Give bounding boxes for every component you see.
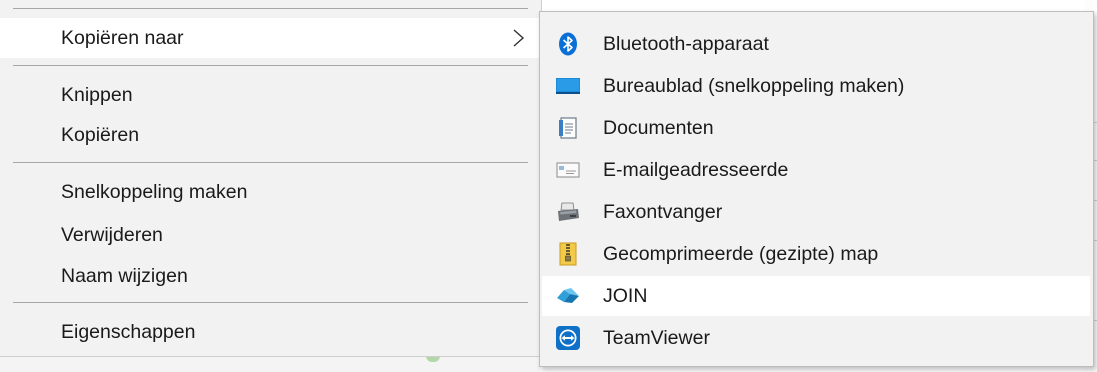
menu-item-label: Kopiëren naar: [61, 26, 184, 49]
teamviewer-icon: [556, 326, 580, 350]
menu-item-label: Knippen: [61, 83, 133, 106]
fax-icon: [558, 202, 579, 221]
submenu-item-label: TeamViewer: [603, 326, 710, 349]
submenu-item-label: Bureaublad (snelkoppeling maken): [603, 74, 905, 97]
menu-item-label: Kopiëren: [61, 123, 140, 146]
documents-icon: [559, 117, 577, 139]
menu-item-properties[interactable]: Eigenschappen: [0, 312, 540, 352]
menu-separator: [13, 65, 528, 66]
zip-folder-icon: [559, 242, 577, 266]
submenu-item-desktop[interactable]: Bureaublad (snelkoppeling maken): [542, 66, 1090, 106]
bluetooth-icon: [559, 32, 577, 56]
mail-recipient-icon: [556, 162, 580, 178]
submenu-item-label: Faxontvanger: [603, 200, 723, 223]
submenu-item-zip-folder[interactable]: Gecomprimeerde (gezipte) map: [542, 234, 1090, 274]
menu-item-label: Eigenschappen: [61, 320, 196, 343]
submenu-item-teamviewer[interactable]: TeamViewer: [542, 318, 1090, 358]
menu-item-copy-to[interactable]: Kopiëren naar: [0, 18, 540, 58]
join-icon: [557, 288, 579, 303]
menu-item-copy[interactable]: Kopiëren: [0, 115, 540, 155]
submenu-item-fax[interactable]: Faxontvanger: [542, 192, 1090, 232]
submenu-item-documents[interactable]: Documenten: [542, 108, 1090, 148]
desktop-icon: [556, 78, 580, 94]
menu-item-rename[interactable]: Naam wijzigen: [0, 256, 540, 296]
menu-item-label: Snelkoppeling maken: [61, 180, 248, 203]
chevron-right-icon: [513, 29, 525, 47]
background-window-area: [0, 356, 540, 372]
menu-item-label: Verwijderen: [61, 223, 163, 246]
menu-separator: [13, 302, 528, 303]
copy-to-submenu: Bluetooth-apparaat Bureaublad (snelkoppe…: [539, 11, 1094, 367]
submenu-item-label: Bluetooth-apparaat: [603, 32, 769, 55]
menu-separator: [13, 162, 528, 163]
menu-item-label: Naam wijzigen: [61, 264, 188, 287]
menu-item-cut[interactable]: Knippen: [0, 75, 540, 115]
submenu-item-label: Documenten: [603, 116, 714, 139]
submenu-item-bluetooth[interactable]: Bluetooth-apparaat: [542, 24, 1090, 64]
submenu-item-label: Gecomprimeerde (gezipte) map: [603, 242, 879, 265]
context-menu: Kopiëren naar Knippen Kopiëren Snelkoppe…: [0, 0, 542, 357]
submenu-item-label: JOIN: [603, 284, 648, 307]
submenu-item-join[interactable]: JOIN: [542, 276, 1090, 316]
menu-item-create-shortcut[interactable]: Snelkoppeling maken: [0, 172, 540, 212]
menu-item-delete[interactable]: Verwijderen: [0, 215, 540, 255]
submenu-item-mail-recipient[interactable]: E-mailgeadresseerde: [542, 150, 1090, 190]
menu-separator: [13, 8, 528, 9]
submenu-item-label: E-mailgeadresseerde: [603, 158, 789, 181]
